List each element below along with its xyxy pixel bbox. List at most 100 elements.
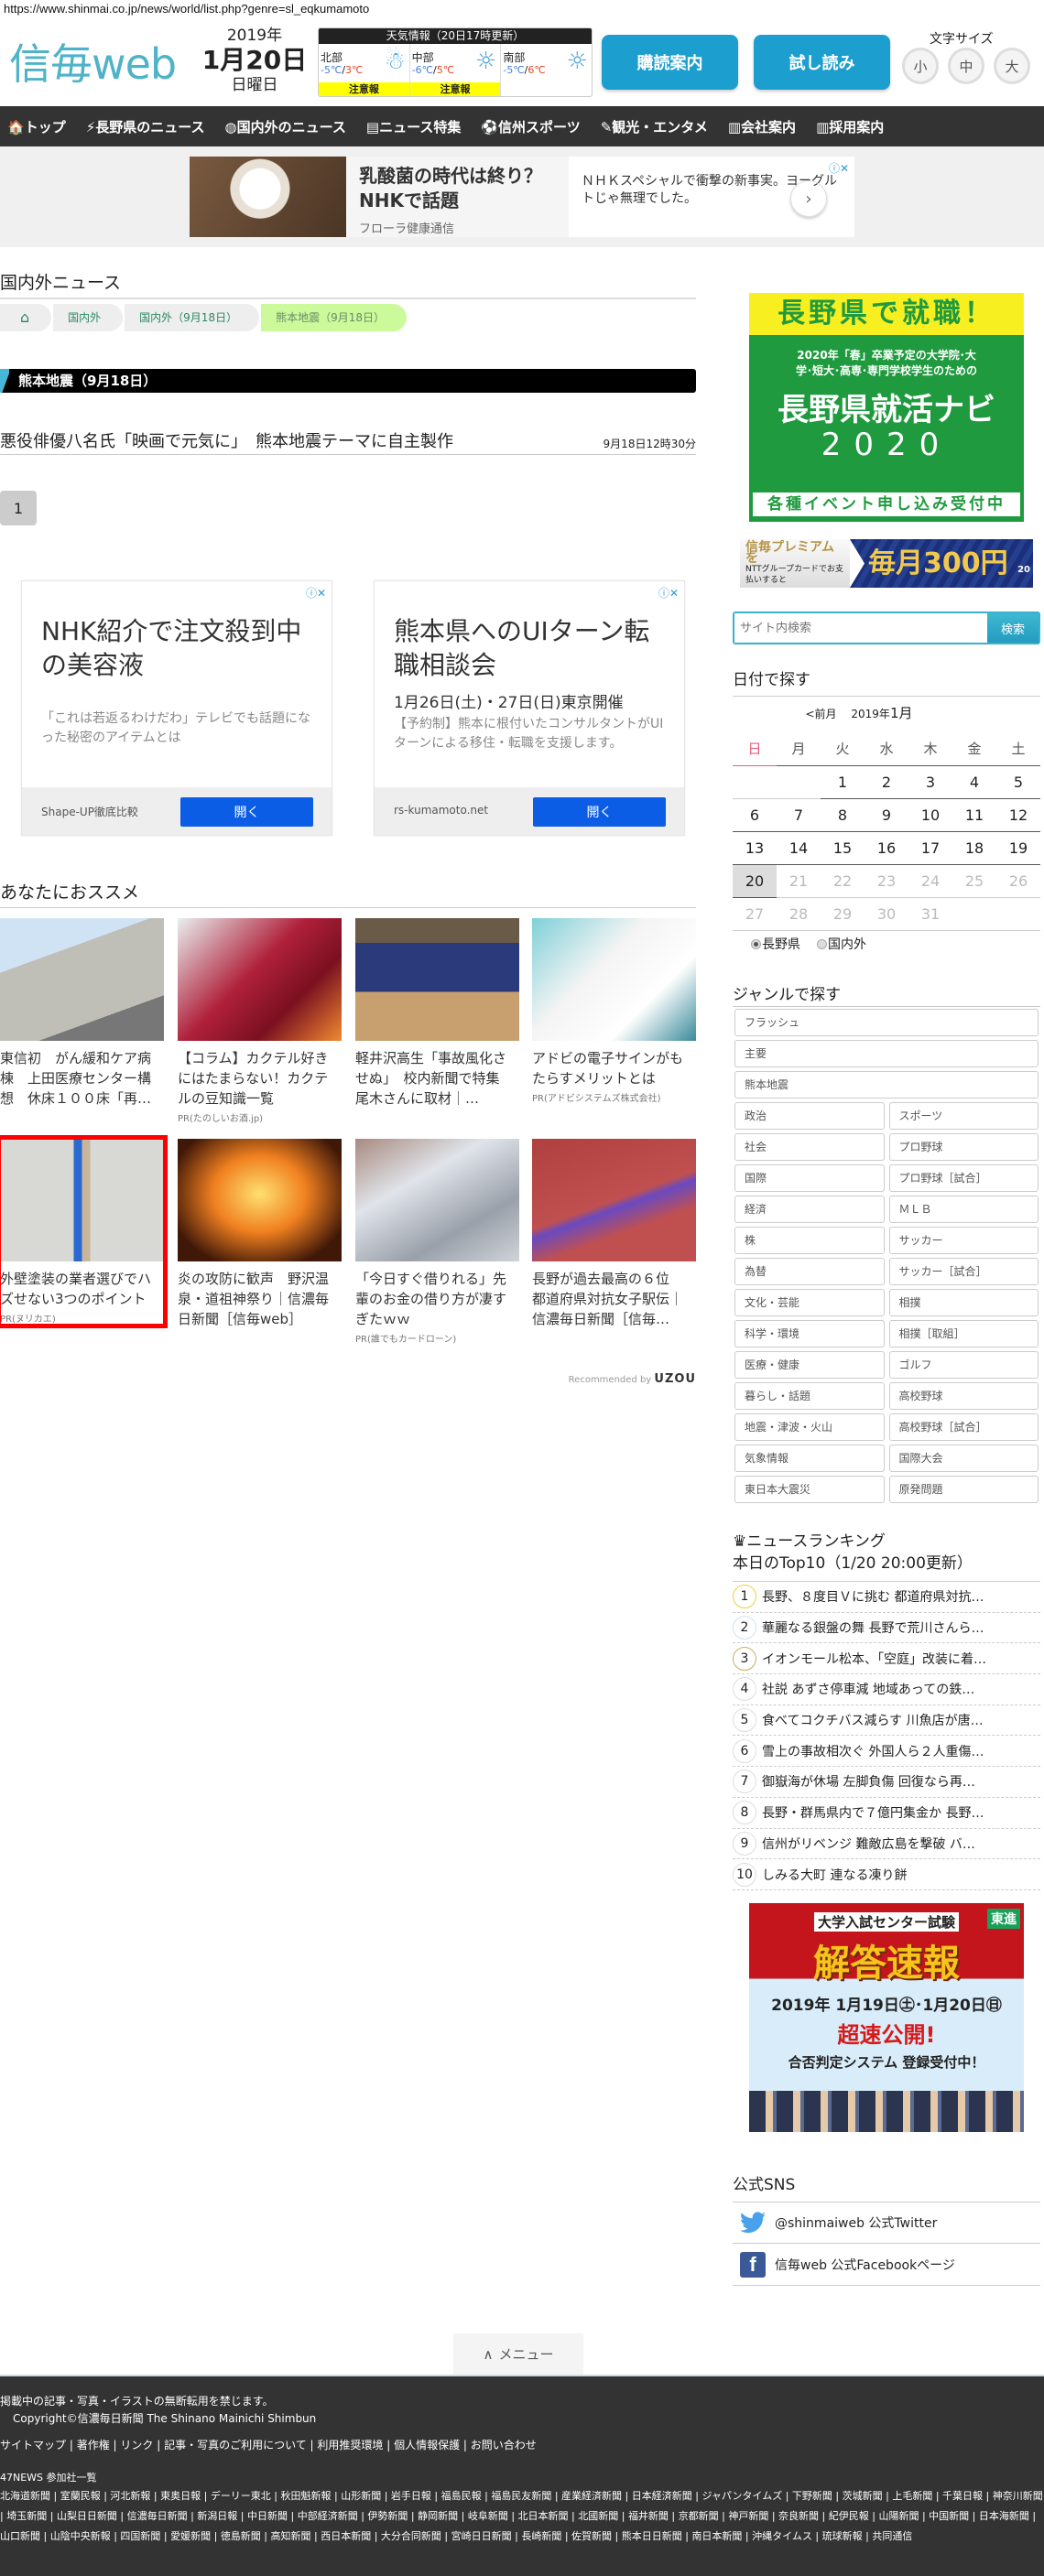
calendar-day[interactable]: 1	[821, 765, 865, 799]
exam-answer-banner[interactable]: 東進 大学入試センター試験 解答速報 2019年 1月19日㊏･1月20日㊐ 超…	[749, 1903, 1024, 2132]
ad-info-close-icon[interactable]: ⓘ✕	[658, 585, 679, 601]
ranking-title-link[interactable]: しみる大町 連なる凍り餅	[762, 1866, 907, 1884]
prev-month-link[interactable]: <前月	[806, 708, 837, 720]
footer-link[interactable]: 著作権	[77, 2439, 110, 2452]
paper-link[interactable]: 福島民友新聞	[491, 2490, 551, 2502]
paper-link[interactable]: 下野新聞	[792, 2490, 832, 2502]
paper-link[interactable]: 西日本新聞	[321, 2530, 371, 2542]
paper-link[interactable]: 伊勢新聞	[367, 2510, 408, 2522]
footer-link[interactable]: 個人情報保護	[394, 2439, 460, 2452]
ranking-title-link[interactable]: イオンモール松本、「空庭」改装に着…	[762, 1650, 986, 1668]
menu-button[interactable]: ∧ メニュー	[453, 2333, 583, 2375]
nav-item[interactable]: ⚽信州スポーツ	[481, 117, 580, 136]
nav-item[interactable]: ⚡長野県のニュース	[86, 117, 205, 136]
paper-link[interactable]: 高知新聞	[271, 2530, 311, 2542]
genre-button[interactable]: 東日本大震災	[734, 1476, 885, 1503]
genre-button[interactable]: 原発問題	[888, 1476, 1039, 1503]
paper-link[interactable]: 日本経済新聞	[632, 2490, 692, 2502]
ranking-item[interactable]: 1 長野、８度目Ｖに挑む 都道府県対抗…	[733, 1582, 1040, 1613]
paper-link[interactable]: 大分合同新聞	[381, 2530, 441, 2542]
search-input[interactable]	[734, 613, 987, 643]
ranking-title-link[interactable]: 社説 あずさ停車減 地域あっての鉄…	[762, 1680, 974, 1698]
paper-link[interactable]: 長崎新聞	[521, 2530, 561, 2542]
paper-link[interactable]: 熊本日日新聞	[622, 2530, 682, 2542]
paper-link[interactable]: 河北新報	[110, 2490, 150, 2502]
premium-banner[interactable]: 信毎プレミアムをNTTグループカードでお支払いすると 毎月300円 20ケ月間ず…	[740, 539, 1033, 588]
paper-link[interactable]: 四国新聞	[120, 2530, 160, 2542]
paper-link[interactable]: 茨城新聞	[843, 2490, 883, 2502]
paper-link[interactable]: 新潟日報	[197, 2510, 237, 2522]
paper-link[interactable]: 共同通信	[872, 2530, 912, 2542]
paper-link[interactable]: 山陰中央新報	[50, 2530, 111, 2542]
calendar-day[interactable]: 13	[733, 831, 777, 865]
ranking-item[interactable]: 9 信州がリベンジ 難敵広島を撃破 バ…	[733, 1829, 1040, 1860]
footer-link[interactable]: 記事・写真のご利用について	[164, 2439, 307, 2452]
ad-open-button[interactable]: 開く	[180, 797, 313, 827]
native-ad[interactable]: ⓘ✕ 熊本県へのUIターン転職相談会 1月26日(土)・27日(日)東京開催 【予約制…	[374, 580, 685, 836]
ad-info-close-icon[interactable]: ⓘ✕	[306, 585, 326, 601]
calendar-day[interactable]: 5	[996, 765, 1040, 799]
recommend-card[interactable]: 「今日すぐ借りれる」先輩のお金の借り方が凄すぎたｗｗ PR(誰でもカードローン)	[355, 1139, 519, 1345]
footer-link[interactable]: お問い合わせ	[471, 2439, 537, 2452]
ranking-title-link[interactable]: 雪上の事故相次ぐ 外国人ら２人重傷…	[762, 1742, 984, 1760]
paper-link[interactable]: 山梨日日新聞	[57, 2510, 117, 2522]
genre-button[interactable]: 文化・芸能	[734, 1289, 885, 1316]
ranking-item[interactable]: 4 社説 あずさ停車減 地域あっての鉄…	[733, 1674, 1040, 1705]
ranking-title-link[interactable]: 長野、８度目Ｖに挑む 都道府県対抗…	[762, 1587, 984, 1606]
ranking-title-link[interactable]: 華麗なる銀盤の舞 長野で荒川さんら…	[762, 1618, 984, 1637]
genre-button[interactable]: 高校野球［試合］	[888, 1413, 1039, 1441]
paper-link[interactable]: 静岡新聞	[418, 2510, 458, 2522]
genre-button[interactable]: 株	[734, 1227, 885, 1254]
genre-button[interactable]: 社会	[734, 1133, 885, 1161]
genre-button[interactable]: 政治	[734, 1102, 885, 1130]
paper-link[interactable]: 福井新聞	[628, 2510, 669, 2522]
ad-info-close-icon[interactable]: ⓘ✕	[829, 160, 849, 176]
recommend-card[interactable]: アドビの電子サインがもたらすメリットとは PR(アドビシステムズ株式会社)	[532, 918, 696, 1104]
calendar-day[interactable]: 7	[777, 798, 821, 832]
nav-item[interactable]: ▤ニュース特集	[366, 117, 461, 136]
breadcrumb-item[interactable]: 国内外	[53, 304, 124, 331]
calendar-day[interactable]: 8	[821, 798, 865, 832]
paper-link[interactable]: 室蘭民報	[60, 2490, 101, 2502]
nav-item[interactable]: ▥採用案内	[816, 117, 884, 136]
footer-link[interactable]: サイトマップ	[0, 2439, 66, 2452]
site-logo[interactable]: 信毎web	[9, 31, 177, 92]
paper-link[interactable]: 中部経済新聞	[298, 2510, 358, 2522]
paper-link[interactable]: 神戸新聞	[728, 2510, 768, 2522]
genre-button[interactable]: サッカー［試合］	[888, 1258, 1039, 1285]
subscribe-button[interactable]: 購読案内	[602, 35, 738, 90]
footer-link[interactable]: リンク	[120, 2439, 153, 2452]
ranking-title-link[interactable]: 信州がリベンジ 難敵広島を撃破 バ…	[762, 1835, 975, 1853]
ranking-item[interactable]: 10 しみる大町 連なる凍り餅	[733, 1859, 1040, 1890]
region-radio[interactable]: 国内外	[817, 935, 866, 953]
genre-button[interactable]: 相撲［取組］	[888, 1320, 1039, 1348]
genre-button[interactable]: 医療・健康	[734, 1351, 885, 1379]
region-radio[interactable]: 長野県	[751, 935, 800, 953]
genre-button[interactable]: 気象情報	[734, 1445, 885, 1472]
paper-link[interactable]: 京都新聞	[679, 2510, 719, 2522]
paper-link[interactable]: 佐賀新聞	[571, 2530, 612, 2542]
ranking-item[interactable]: 7 御嶽海が休場 左脚負傷 回復なら再…	[733, 1767, 1040, 1798]
calendar-day[interactable]: 20	[733, 864, 777, 898]
paper-link[interactable]: 沖縄タイムス	[752, 2530, 812, 2542]
paper-link[interactable]: 山口新聞	[0, 2530, 40, 2542]
calendar-day[interactable]: 11	[952, 798, 996, 832]
ranking-title-link[interactable]: 長野・群馬県内で７億円集金か 長野…	[762, 1803, 984, 1822]
genre-button[interactable]: 国際	[734, 1164, 885, 1192]
calendar-day[interactable]: 4	[952, 765, 996, 799]
recommend-card[interactable]: 長野が過去最高の６位 都道府県対抗女子駅伝｜信濃毎日新聞［信毎…	[532, 1139, 696, 1329]
radio-button[interactable]	[817, 939, 827, 949]
paper-link[interactable]: 福島民報	[441, 2490, 482, 2502]
paper-link[interactable]: 徳島新聞	[221, 2530, 261, 2542]
recommend-card[interactable]: 【コラム】カクテル好きにはたまらない！カクテルの豆知識一覧 PR(たのしいお酒.j…	[178, 918, 342, 1124]
calendar-day[interactable]: 18	[952, 831, 996, 865]
paper-link[interactable]: 産業経済新聞	[561, 2490, 622, 2502]
article-title-link[interactable]: 悪役俳優八名氏「映画で元気に」 熊本地震テーマに自主製作	[0, 428, 453, 452]
recommended-by[interactable]: Recommended by UZOU	[569, 1372, 696, 1386]
genre-button[interactable]: サッカー	[888, 1227, 1039, 1254]
genre-button[interactable]: プロ野球	[888, 1133, 1039, 1161]
nav-item[interactable]: 🏠トップ	[7, 117, 66, 136]
genre-button[interactable]: 高校野球	[888, 1382, 1039, 1410]
twitter-link[interactable]: @shinmaiweb 公式Twitter	[733, 2202, 1040, 2244]
genre-button[interactable]: 経済	[734, 1196, 885, 1223]
